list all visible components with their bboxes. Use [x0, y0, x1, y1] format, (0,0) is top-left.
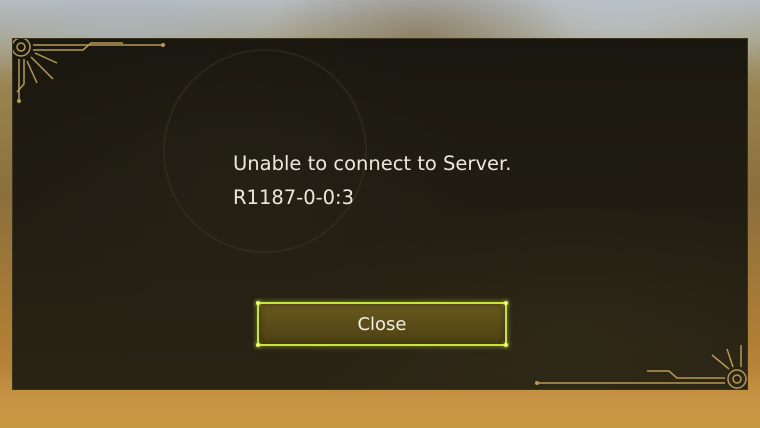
corner-ornament-top-left-icon: [13, 39, 165, 103]
button-glint-icon: [504, 301, 508, 305]
error-code: R1187-0-0:3: [233, 186, 355, 209]
button-glint-icon: [256, 301, 260, 305]
error-dialog: Unable to connect to Server. R1187-0-0:3…: [12, 38, 748, 390]
error-message: Unable to connect to Server. R1187-0-0:3: [233, 147, 653, 215]
button-glint-icon: [256, 343, 260, 347]
error-message-text: Unable to connect to Server.: [233, 152, 512, 175]
close-button[interactable]: Close: [256, 301, 508, 347]
button-glint-icon: [504, 343, 508, 347]
game-background: Unable to connect to Server. R1187-0-0:3…: [0, 0, 760, 428]
close-button-label: Close: [357, 313, 407, 335]
corner-ornament-bottom-right-icon: [535, 345, 747, 389]
